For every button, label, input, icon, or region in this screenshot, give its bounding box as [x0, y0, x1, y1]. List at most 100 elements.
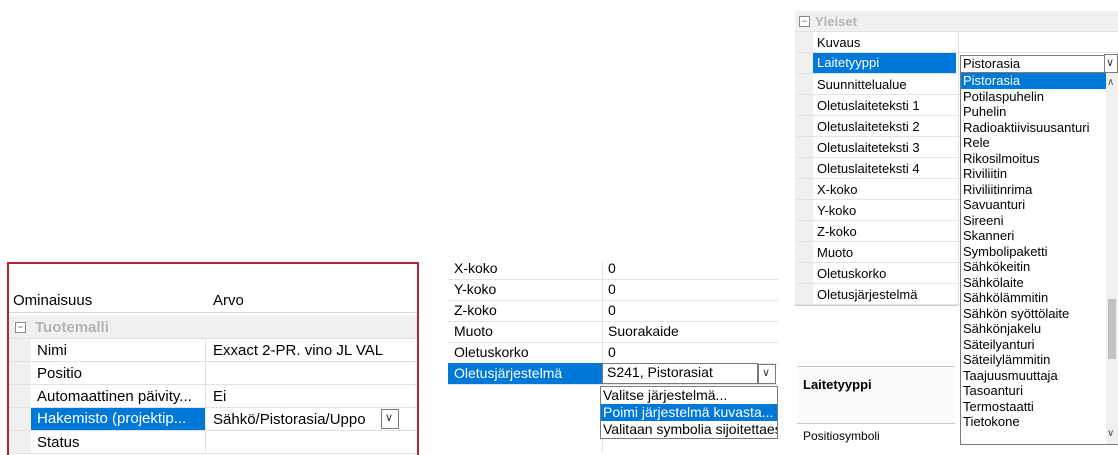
- property-row[interactable]: Positio: [9, 362, 417, 385]
- property-name: Muoto: [454, 323, 493, 339]
- dropdown-option[interactable]: Sähkökeitin: [961, 259, 1106, 275]
- property-row-selected[interactable]: Laitetyyppi Pistorasia ∨: [795, 53, 1118, 74]
- row-gutter: [9, 385, 31, 407]
- property-row-selected[interactable]: Oletusjärjestelmä S241, Pistorasiat ∨: [448, 363, 778, 385]
- property-name: Kuvaus: [817, 35, 861, 50]
- row-gutter: [795, 158, 813, 178]
- positiosymboli-row[interactable]: Positiosymboli: [803, 429, 880, 443]
- category-row-yleiset[interactable]: − Yleiset: [795, 11, 1118, 32]
- property-name: Oletuskorko: [454, 344, 529, 360]
- header-property: Ominaisuus: [13, 292, 93, 309]
- dropdown-option-selected[interactable]: Poimi järjestelmä kuvasta...: [601, 404, 777, 421]
- property-name: Suunnittelualue: [817, 77, 907, 92]
- dropdown-option[interactable]: Valitaan symbolia sijoitettaessa: [601, 421, 777, 438]
- property-row-selected[interactable]: Hakemisto (projektip... Sähkö/Pistorasia…: [9, 408, 417, 431]
- system-dropdown-list[interactable]: Valitse järjestelmä... Poimi järjestelmä…: [600, 386, 778, 439]
- property-value[interactable]: 0: [608, 281, 616, 297]
- column-separator: [958, 158, 959, 178]
- column-separator: [958, 221, 959, 241]
- dropdown-option[interactable]: Rele: [961, 135, 1106, 151]
- property-row[interactable]: Status: [9, 431, 417, 454]
- dropdown-option[interactable]: Riviliitinrima: [961, 182, 1106, 198]
- dropdown-option[interactable]: Skanneri: [961, 228, 1106, 244]
- collapse-icon[interactable]: −: [15, 322, 26, 333]
- dropdown-option[interactable]: Säteilylämmitin: [961, 352, 1106, 368]
- property-name: Oletuslaiteteksti 4: [817, 161, 920, 176]
- dropdown-option[interactable]: Sähkölaite: [961, 275, 1106, 291]
- property-name: Oletusjärjestelmä: [448, 363, 602, 384]
- column-separator: [205, 408, 206, 430]
- column-separator: [958, 95, 959, 115]
- property-row[interactable]: Muoto Suorakaide: [448, 321, 778, 343]
- property-value[interactable]: Exxact 2-PR. vino JL VAL: [213, 342, 413, 359]
- dropdown-option[interactable]: Riviliitin: [961, 166, 1106, 182]
- property-row[interactable]: Y-koko 0: [448, 279, 778, 301]
- property-value[interactable]: Suorakaide: [608, 323, 679, 339]
- property-name: X-koko: [454, 260, 498, 276]
- column-separator: [958, 263, 959, 283]
- collapse-icon[interactable]: −: [799, 16, 810, 27]
- column-separator: [958, 137, 959, 157]
- header-value: Arvo: [213, 292, 244, 309]
- row-gutter: [9, 339, 31, 361]
- dropdown-option[interactable]: Puhelin: [961, 104, 1106, 120]
- dropdown-option[interactable]: Tasoanturi: [961, 383, 1106, 399]
- system-combo[interactable]: S241, Pistorasiat: [602, 363, 758, 384]
- dropdown-option[interactable]: Sähkölämmitin: [961, 290, 1106, 306]
- column-separator: [205, 431, 206, 453]
- dropdown-button[interactable]: ∨: [758, 364, 776, 384]
- scroll-up-icon[interactable]: ∧: [1107, 77, 1114, 88]
- property-row[interactable]: Automaattinen päivity... Ei: [9, 385, 417, 408]
- dropdown-option[interactable]: Termostaatti: [961, 399, 1106, 415]
- row-gutter: [9, 362, 31, 384]
- dropdown-option[interactable]: Sireeni: [961, 213, 1106, 229]
- dropdown-option[interactable]: Radioaktiivisuusanturi: [961, 120, 1106, 136]
- dropdown-option[interactable]: Valitse järjestelmä...: [601, 387, 777, 404]
- property-name: Y-koko: [454, 281, 497, 297]
- column-separator: [958, 242, 959, 262]
- dropdown-option[interactable]: Symbolipaketti: [961, 244, 1106, 260]
- dropdown-option[interactable]: Taajuusmuuttaja: [961, 368, 1106, 384]
- chevron-down-icon: ∨: [762, 367, 771, 379]
- dropdown-option[interactable]: Potilaspuhelin: [961, 89, 1106, 105]
- property-name: Hakemisto (projektip...: [31, 408, 205, 430]
- property-value[interactable]: 0: [608, 344, 616, 360]
- category-row-tuotemalli[interactable]: − Tuotemalli: [9, 316, 417, 339]
- dropdown-option[interactable]: Tietokone: [961, 414, 1106, 430]
- chevron-down-icon: ∨: [1106, 57, 1115, 69]
- category-label: Tuotemalli: [35, 319, 109, 336]
- dropdown-option[interactable]: Savuanturi: [961, 197, 1106, 213]
- scrollbar-thumb[interactable]: [1108, 299, 1116, 359]
- property-row[interactable]: X-koko 0: [448, 258, 778, 280]
- dropdown-option[interactable]: Säteilyanturi: [961, 337, 1106, 353]
- device-type-dropdown-list[interactable]: Pistorasia Potilaspuhelin Puhelin Radioa…: [960, 72, 1107, 445]
- dropdown-button[interactable]: ∨: [1104, 54, 1118, 74]
- property-name: Oletuslaiteteksti 2: [817, 119, 920, 134]
- property-row[interactable]: Kuvaus: [795, 32, 1118, 53]
- dropdown-option-selected[interactable]: Pistorasia: [961, 73, 1106, 89]
- column-separator: [205, 362, 206, 384]
- dropdown-button[interactable]: ∨: [381, 409, 399, 429]
- property-value[interactable]: 0: [608, 302, 616, 318]
- property-row[interactable]: Z-koko 0: [448, 300, 778, 322]
- property-row[interactable]: Nimi Exxact 2-PR. vino JL VAL: [9, 339, 417, 362]
- row-gutter: [795, 263, 813, 283]
- scroll-down-icon[interactable]: ∨: [1107, 428, 1114, 439]
- dropdown-option[interactable]: Rikosilmoitus: [961, 151, 1106, 167]
- dropdown-option[interactable]: Sähkön syöttölaite: [961, 306, 1106, 322]
- property-value[interactable]: Ei: [213, 388, 413, 405]
- description-pane: Laitetyyppi: [797, 366, 955, 424]
- property-name: Z-koko: [454, 302, 497, 318]
- property-name: Laitetyyppi: [813, 53, 956, 73]
- property-name: Nimi: [37, 342, 67, 359]
- device-type-combo[interactable]: Pistorasia: [960, 55, 1106, 73]
- property-row[interactable]: Oletuskorko 0: [448, 342, 778, 364]
- property-value-combo[interactable]: Sähkö/Pistorasia/Uppo: [213, 411, 383, 428]
- column-separator: [958, 179, 959, 199]
- property-name: Oletuslaiteteksti 1: [817, 98, 920, 113]
- property-grid-panel-1: Ominaisuus Arvo − Tuotemalli Nimi Exxact…: [7, 262, 419, 455]
- column-separator: [205, 339, 206, 361]
- dropdown-option[interactable]: Sähkönjakelu: [961, 321, 1106, 337]
- dropdown-scrollbar[interactable]: ∧ ∨: [1106, 72, 1118, 445]
- property-value[interactable]: 0: [608, 260, 616, 276]
